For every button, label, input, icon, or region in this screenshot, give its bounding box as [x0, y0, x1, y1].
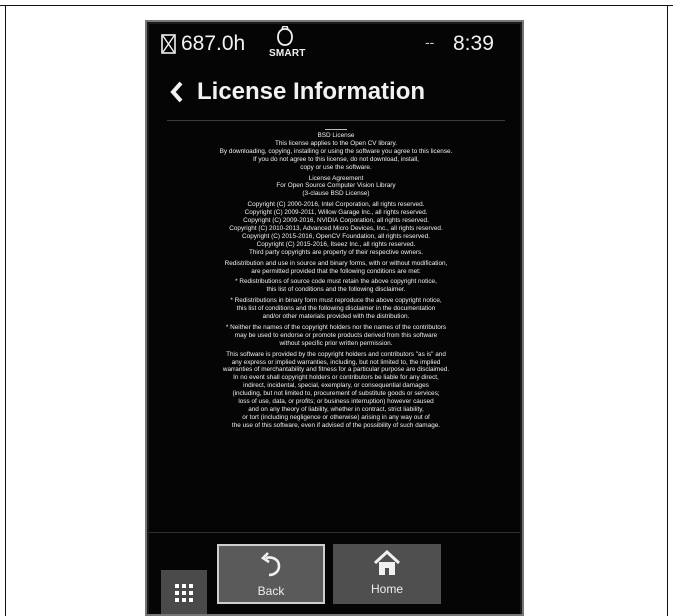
header-divider [167, 120, 505, 121]
license-line: * Neither the names of the copyright hol… [225, 323, 447, 331]
page-top-rule [0, 5, 673, 6]
license-line: copy or use the software. [300, 163, 372, 171]
license-line: Copyright (C) 2000-2016, Intel Corporati… [247, 201, 425, 209]
license-line: and/or other materials provided with the… [262, 313, 410, 321]
license-text: BSD License This license applies to the O… [175, 129, 497, 469]
smart-bell-icon [277, 26, 293, 46]
license-line: This license applies to the Open CV libr… [274, 139, 398, 147]
license-line: Copyright (C) 2009-2011, Willow Garage I… [244, 209, 428, 217]
license-line: Copyright (C) 2015-2016, Itseez Inc., al… [256, 240, 416, 248]
license-line: * Redistributions in binary form must re… [230, 297, 442, 305]
license-line: If you do not agree to this license, do … [253, 155, 419, 163]
license-line: any express or implied warranties, inclu… [231, 358, 441, 366]
license-line: License Agreement [308, 174, 364, 182]
page-header: License Information [149, 72, 520, 116]
hourglass-icon [161, 34, 176, 54]
license-paragraph: Redistribution and use in source and bin… [175, 260, 497, 276]
clock: 8:39 [453, 32, 494, 55]
page-frame-right [667, 5, 668, 616]
license-line: This software is provided by the copyrig… [226, 350, 446, 358]
signal-indicator: -- [425, 34, 435, 50]
license-paragraph: * Neither the names of the copyright hol… [175, 324, 497, 348]
license-line: * Redistributions of source code must re… [235, 278, 437, 286]
back-label: Back [257, 584, 285, 598]
license-line: loss of use, data, or profits; or busine… [238, 398, 434, 406]
license-line: this list of conditions and the followin… [236, 305, 436, 313]
license-line: Redistribution and use in source and bin… [224, 259, 448, 267]
license-paragraph: * Redistributions of source code must re… [175, 278, 497, 294]
license-line: (3-clause BSD License) [302, 190, 370, 198]
license-line: Copyright (C) 2010-2013, Advanced Micro … [229, 224, 443, 232]
home-button[interactable]: Home [333, 544, 441, 604]
license-paragraph: This software is provided by the copyrig… [175, 351, 497, 430]
status-bar: 687.0h SMART -- 8:39 [149, 24, 520, 64]
license-paragraph: * Redistributions in binary form must re… [175, 297, 497, 321]
license-line: BSD License [317, 132, 355, 139]
license-line: may be used to endorse or promote produc… [234, 331, 438, 339]
smart-label: SMART [269, 48, 306, 59]
undo-arrow-icon [260, 552, 281, 577]
license-line: are permitted provided that the followin… [251, 267, 421, 275]
license-line: this list of conditions and the followin… [266, 286, 406, 294]
license-paragraph: BSD License This license applies to the O… [175, 132, 497, 172]
license-line: warranties of merchantability and fitnes… [222, 366, 450, 374]
license-paragraph: Copyright (C) 2000-2016, Intel Corporati… [175, 201, 497, 256]
home-label: Home [370, 582, 403, 596]
page-frame-left [5, 5, 6, 616]
page-title: License Information [197, 78, 426, 105]
engine-hours: 687.0h [181, 32, 246, 55]
home-icon [373, 550, 401, 575]
license-paragraph: License Agreement For Open Source Compute… [175, 175, 497, 199]
license-line: without specific prior written permissio… [279, 339, 393, 347]
device-bezel: 687.0h SMART -- 8:39 License Information… [145, 20, 524, 616]
license-rule [325, 129, 347, 130]
footer-divider [149, 532, 520, 533]
license-line: For Open Source Computer Vision Library [276, 182, 396, 190]
menu-button[interactable] [161, 570, 207, 614]
license-line: the use of this software, even if advise… [231, 421, 441, 429]
license-line: Third party copyrights are property of t… [248, 248, 424, 256]
license-line: and on any theory of liability, whether … [248, 406, 424, 413]
license-line: Copyright (C) 2015-2016, OpenCV Foundati… [242, 232, 430, 240]
license-line: (including, but not limited to, procurem… [232, 390, 440, 398]
back-chevron-icon[interactable] [169, 80, 185, 104]
license-line: or tort (including negligence or otherwi… [242, 413, 430, 421]
license-line: By downloading, copying, installing or u… [219, 147, 453, 155]
device-screen: 687.0h SMART -- 8:39 License Information… [149, 24, 520, 614]
grid-icon [175, 584, 193, 602]
license-line: In no event shall copyright holders or c… [233, 374, 439, 382]
back-button[interactable]: Back [217, 544, 325, 604]
license-line: Copyright (C) 2009-2016, NVIDIA Corporat… [243, 217, 429, 225]
license-line: indirect, incidental, special, exemplary… [243, 382, 429, 390]
